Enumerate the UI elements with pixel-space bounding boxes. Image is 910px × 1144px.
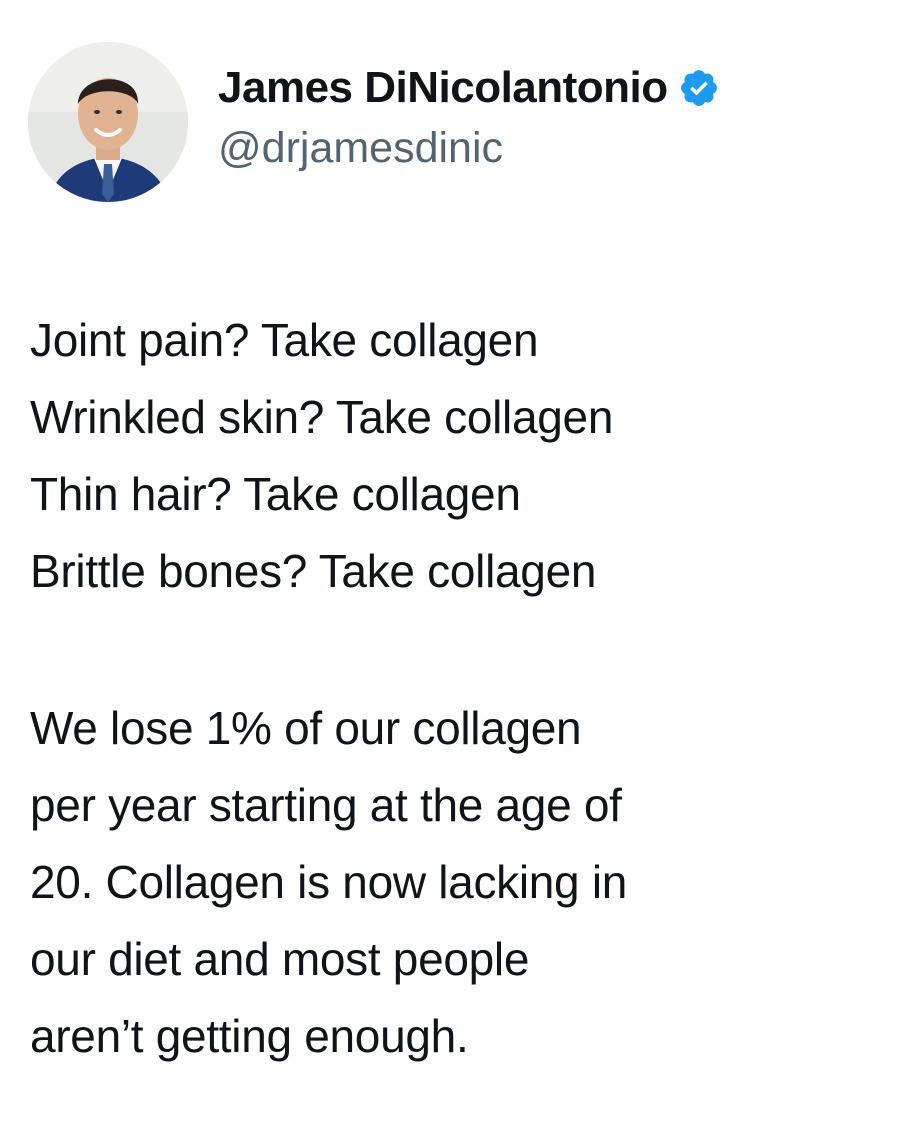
tweet-line: Joint pain? Take collagen xyxy=(30,314,539,366)
author-handle[interactable]: @drjamesdinic xyxy=(218,122,503,174)
tweet-line: Thin hair? Take collagen xyxy=(30,468,521,520)
author-display-name[interactable]: James DiNicolantonio xyxy=(218,62,668,114)
tweet-text: Joint pain? Take collagen Wrinkled skin?… xyxy=(30,302,890,1075)
tweet-line: We lose 1% of our collagen xyxy=(30,702,582,754)
tweet-line: Wrinkled skin? Take collagen xyxy=(30,391,614,443)
avatar[interactable] xyxy=(28,42,188,202)
tweet-card: James DiNicolantonio @drjamesdinic Joint… xyxy=(0,0,910,1144)
tweet-line: 20. Collagen is now lacking in xyxy=(30,856,628,908)
tweet-line: per year starting at the age of xyxy=(30,779,622,831)
tweet-line: aren’t getting enough. xyxy=(30,1010,469,1062)
tweet-line: our diet and most people xyxy=(30,933,530,985)
author-name-row[interactable]: James DiNicolantonio xyxy=(218,62,720,114)
verified-badge-icon xyxy=(678,67,720,109)
tweet-line: Brittle bones? Take collagen xyxy=(30,545,597,597)
avatar-photo xyxy=(28,42,188,202)
